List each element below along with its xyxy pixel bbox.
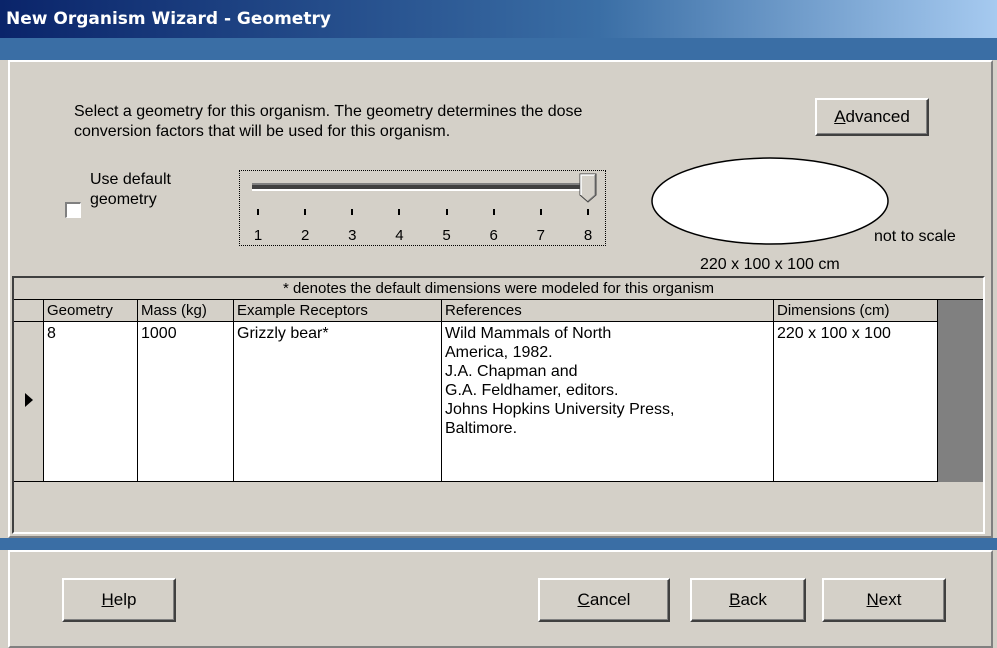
slider-tick-mark (492, 209, 495, 215)
col-header-dimensions[interactable]: Dimensions (cm) (774, 300, 938, 322)
row-selector-header (14, 300, 44, 322)
col-header-mass[interactable]: Mass (kg) (138, 300, 234, 322)
advanced-button[interactable]: Advanced (815, 98, 929, 136)
button-panel: Help Cancel Back Next (8, 550, 993, 648)
intro-line-1: Select a geometry for this organism. The… (74, 103, 583, 120)
use-default-geometry-checkbox[interactable] (65, 202, 81, 218)
cell-dimensions[interactable]: 220 x 100 x 100 (774, 322, 938, 482)
slider-tick-label: 2 (300, 227, 310, 244)
current-row-arrow-icon (25, 393, 33, 407)
use-default-geometry-label: Use default geometry (90, 171, 171, 208)
wizard-window: New Organism Wizard - Geometry Select a … (0, 0, 997, 648)
row-selector[interactable] (14, 322, 44, 482)
slider-tick-label: 8 (583, 227, 593, 244)
back-button[interactable]: Back (690, 578, 806, 622)
table-caption: * denotes the default dimensions were mo… (14, 278, 983, 300)
next-button[interactable]: Next (822, 578, 946, 622)
geometry-slider[interactable]: 1 2 3 4 5 6 7 8 (239, 170, 606, 246)
slider-tick-mark (398, 209, 401, 215)
title-bar[interactable]: New Organism Wizard - Geometry (0, 0, 997, 38)
cell-geometry[interactable]: 8 (44, 322, 138, 482)
spacer-band (0, 538, 997, 550)
col-header-receptors[interactable]: Example Receptors (234, 300, 442, 322)
cell-receptors[interactable]: Grizzly bear* (234, 322, 442, 482)
reference-line: J.A. Chapman and (445, 363, 578, 380)
reference-line: Wild Mammals of North (445, 325, 612, 342)
slider-tick-label: 4 (395, 227, 404, 244)
slider-tick-mark (539, 209, 542, 215)
grid-footer-area (14, 482, 983, 532)
reference-line: America, 1982. (445, 344, 553, 361)
slider-tick-label: 7 (536, 227, 546, 244)
not-to-scale-label: not to scale (874, 228, 956, 245)
col-header-geometry[interactable]: Geometry (44, 300, 138, 322)
slider-tick-label: 3 (348, 227, 357, 244)
shape-preview (650, 156, 894, 251)
intro-line-2: conversion factors that will be used for… (74, 123, 451, 140)
col-header-references[interactable]: References (442, 300, 774, 322)
slider-thumb[interactable] (579, 173, 597, 203)
ellipse-shape (651, 157, 889, 245)
geometry-panel: Select a geometry for this organism. The… (8, 60, 993, 538)
slider-tick-mark (351, 209, 354, 215)
reference-line: G.A. Feldhamer, editors. (445, 382, 619, 399)
slider-tick-mark (257, 209, 259, 215)
reference-line: Baltimore. (445, 420, 518, 437)
spacer-band (0, 38, 997, 60)
grid-empty-area (938, 300, 983, 482)
cell-mass[interactable]: 1000 (138, 322, 234, 482)
slider-tick-mark (445, 209, 448, 215)
reference-line: Johns Hopkins University Press, (445, 401, 675, 418)
geometry-table: * denotes the default dimensions were mo… (12, 276, 985, 534)
slider-tick-mark (587, 209, 589, 215)
help-button[interactable]: Help (62, 578, 176, 622)
slider-track (252, 183, 592, 191)
dimensions-readout: 220 x 100 x 100 cm (700, 256, 840, 273)
slider-tick-label: 6 (489, 227, 498, 244)
slider-tick-label: 5 (442, 227, 451, 244)
intro-text: Select a geometry for this organism. The… (74, 102, 582, 142)
slider-tick-mark (304, 209, 307, 215)
slider-tick-label: 1 (253, 227, 263, 244)
cell-references[interactable]: Wild Mammals of North America, 1982. J.A… (442, 322, 774, 482)
cancel-button[interactable]: Cancel (538, 578, 670, 622)
